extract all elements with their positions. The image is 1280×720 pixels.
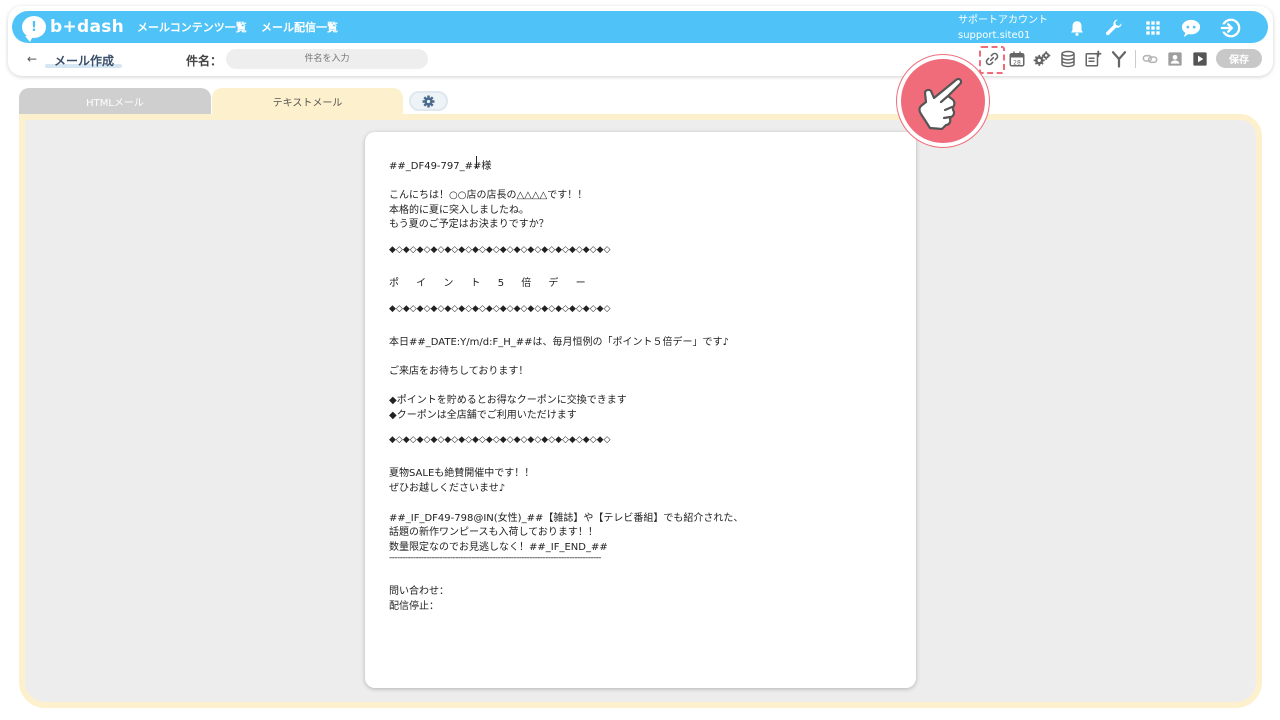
account-info[interactable]: サポートアカウント support.site01 (958, 13, 1048, 43)
bell-icon[interactable] (1066, 17, 1088, 39)
support-chat-icon[interactable] (1180, 17, 1202, 39)
mail-line: 夏物SALEも絶賛開催中です！！ (389, 468, 535, 479)
mail-line: ◆クーポンは全店舗でご利用いただけます (389, 410, 577, 421)
nav-mail-delivery[interactable]: メール配信一覧 (261, 19, 338, 35)
preview-play-icon[interactable] (1191, 50, 1209, 68)
mail-line: ◆ポイントを貯めるとお得なクーポンに交換できます (389, 395, 627, 406)
mail-line: ぜひお越しくださいませ♪ (389, 483, 506, 494)
logout-icon[interactable] (1219, 17, 1241, 39)
branch-icon[interactable] (1110, 50, 1128, 68)
account-label: サポートアカウント (958, 15, 1048, 26)
mail-line: ◆◇◆◇◆◇◆◇◆◇◆◇◆◇◆◇◆◇◆◇◆◇◆◇◆◇◆◇◆◇◆◇ (389, 304, 611, 314)
tab-html-mail[interactable]: HTMLメール (19, 88, 211, 114)
mail-line: 話題の新作ワンピースも入荷しております！！ (389, 527, 598, 538)
mail-line: ◆◇◆◇◆◇◆◇◆◇◆◇◆◇◆◇◆◇◆◇◆◇◆◇◆◇◆◇◆◇◆◇ (389, 245, 611, 255)
add-block-icon[interactable] (1084, 50, 1102, 68)
text-cursor (476, 156, 477, 168)
gears-icon[interactable] (1033, 50, 1051, 68)
mail-line: 本日##_DATE:Y/m/d:F_H_##は、毎月恒例の「ポイント５倍デー」で… (389, 337, 729, 348)
pointer-hand-callout (897, 55, 989, 147)
disabled-link-icon (1141, 50, 1159, 68)
app-logo[interactable]: ! b+dash (22, 16, 125, 42)
tab-text-mail[interactable]: テキストメール (212, 88, 403, 114)
mail-line: 数量限定なのでお見逃しなく！##_IF_END_## (389, 542, 608, 553)
mail-line: ----------------------------------------… (389, 553, 601, 563)
mail-line: 本格的に夏に突入しましたね。 (389, 205, 529, 216)
mail-line: 配信停止： (389, 601, 439, 612)
calendar-day: 28 (1013, 59, 1021, 66)
mail-line: ポ イ ン ト 5 倍 デ ー (389, 278, 593, 289)
calendar-icon[interactable]: 28 (1008, 50, 1026, 68)
database-icon[interactable] (1059, 50, 1077, 68)
wrench-icon[interactable] (1103, 17, 1125, 39)
mail-line: もう夏のご予定はお決まりですか？ (389, 219, 549, 230)
mail-line: 問い合わせ： (389, 586, 449, 597)
mail-line: ご来店をお待ちしております！ (389, 366, 529, 377)
pointing-hand-icon (918, 77, 963, 131)
mail-line: ◆◇◆◇◆◇◆◇◆◇◆◇◆◇◆◇◆◇◆◇◆◇◆◇◆◇◆◇◆◇◆◇ (389, 435, 611, 445)
gear-icon (422, 95, 435, 107)
mail-line: ##_IF_DF49-798@IN(女性)_##【雑誌】や【テレビ番組】でも紹介… (389, 513, 744, 524)
back-arrow-icon[interactable]: ← (27, 52, 37, 66)
tab-settings-button[interactable] (409, 91, 448, 111)
mail-line: こんにちは！○○店の店長の△△△△です！！ (389, 190, 588, 201)
logo-bubble-icon: ! (22, 16, 46, 42)
account-site: support.site01 (958, 30, 1031, 41)
toolbar-separator (1135, 50, 1136, 68)
nav-mail-contents[interactable]: メールコンテンツ一覧 (137, 19, 247, 35)
subject-input[interactable] (226, 49, 428, 69)
apps-grid-icon[interactable] (1142, 17, 1164, 39)
subject-label: 件名： (186, 54, 223, 68)
page-title: メール作成 (54, 54, 115, 68)
logo-text: b+dash (50, 17, 125, 37)
text-mail-editor[interactable]: ##_DF49-797_##様 こんにちは！○○店の店長の△△△△です！！ 本格… (365, 132, 916, 688)
save-button[interactable]: 保存 (1216, 49, 1262, 68)
contact-card-icon (1166, 50, 1184, 68)
link-icon-highlight (979, 46, 1005, 74)
